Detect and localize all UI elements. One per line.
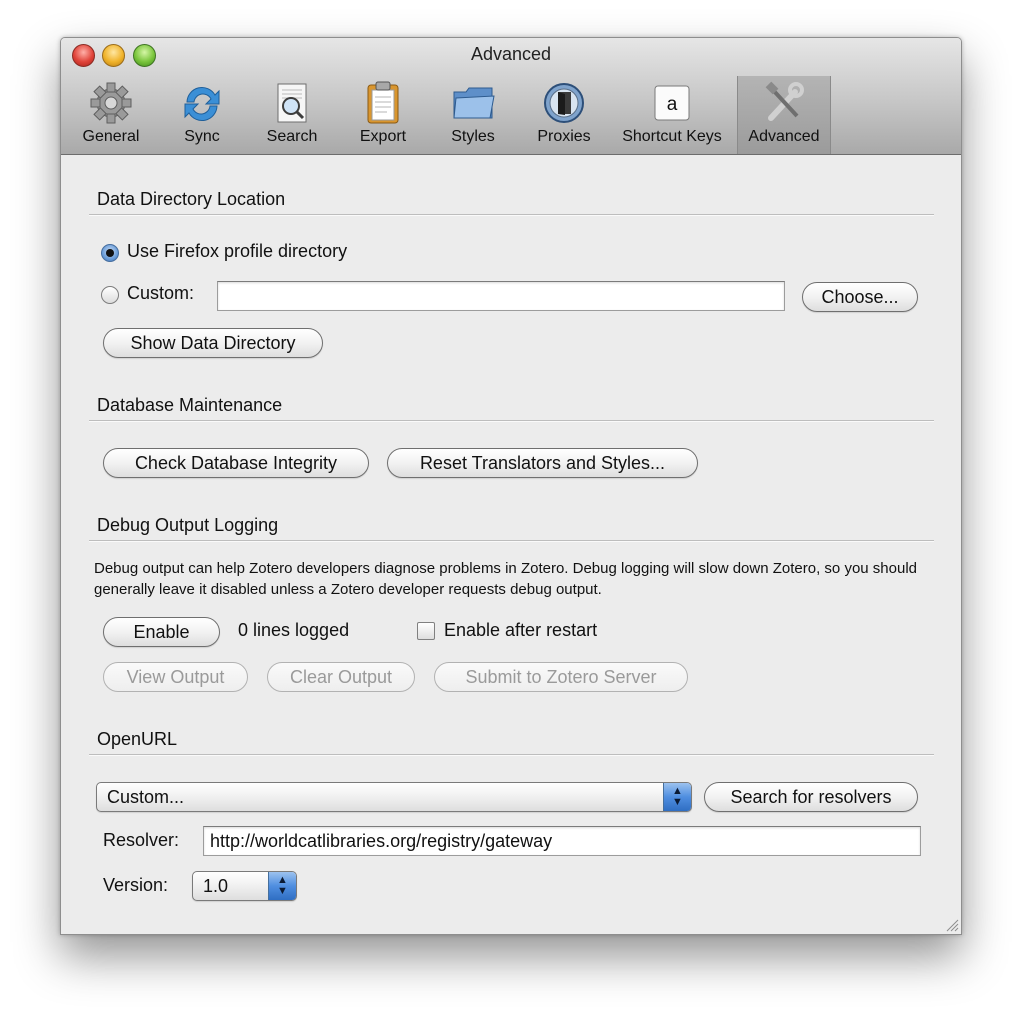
submit-to-server-button[interactable]: Submit to Zotero Server bbox=[434, 662, 688, 692]
window-title: Advanced bbox=[470, 44, 552, 64]
custom-directory-label: Custom: bbox=[127, 283, 195, 303]
toolbar-label: Shortcut Keys bbox=[622, 128, 722, 145]
toolbar-tab-export[interactable]: Export bbox=[338, 76, 428, 154]
preferences-content: Data Directory Location Use Firefox prof… bbox=[61, 155, 961, 934]
section-divider bbox=[89, 420, 934, 422]
resolver-preset-value: Custom... bbox=[107, 787, 185, 807]
toolbar-tab-general[interactable]: General bbox=[66, 76, 156, 154]
enable-debug-button[interactable]: Enable bbox=[103, 617, 220, 647]
reset-translators-button[interactable]: Reset Translators and Styles... bbox=[387, 448, 698, 478]
version-select[interactable]: 1.0 ▲ ▼ bbox=[192, 871, 297, 901]
gear-icon bbox=[90, 82, 132, 124]
select-arrows-icon: ▲ ▼ bbox=[268, 872, 296, 900]
select-arrows-icon: ▲ ▼ bbox=[663, 783, 691, 811]
toolbar-label: Styles bbox=[451, 128, 495, 145]
resolver-label: Resolver: bbox=[103, 830, 180, 850]
custom-directory-input[interactable] bbox=[217, 281, 785, 311]
folder-icon bbox=[453, 87, 495, 119]
section-title-debug: Debug Output Logging bbox=[97, 515, 279, 535]
toolbar-tab-advanced[interactable]: Advanced bbox=[737, 76, 831, 154]
toolbar-label: Sync bbox=[184, 128, 220, 145]
toolbar-label: Export bbox=[359, 128, 407, 145]
toolbar-label: Advanced bbox=[748, 128, 820, 145]
title-bar: Advanced General Sync Search Export Styl… bbox=[61, 38, 961, 155]
clear-output-button[interactable]: Clear Output bbox=[267, 662, 415, 692]
choose-directory-button[interactable]: Choose... bbox=[802, 282, 918, 312]
toolbar-tab-proxies[interactable]: Proxies bbox=[519, 76, 609, 154]
use-profile-directory-label: Use Firefox profile directory bbox=[127, 241, 348, 261]
toolbar-tab-styles[interactable]: Styles bbox=[428, 76, 518, 154]
key-a-icon: a bbox=[654, 85, 690, 121]
search-for-resolvers-button[interactable]: Search for resolvers bbox=[704, 782, 918, 812]
toolbar-label: Search bbox=[266, 128, 318, 145]
debug-description: Debug output can help Zotero developers … bbox=[94, 560, 917, 598]
section-divider bbox=[89, 214, 934, 216]
toolbar-label: Proxies bbox=[537, 128, 591, 145]
toolbar-tab-search[interactable]: Search bbox=[247, 76, 337, 154]
lines-logged-text: 0 lines logged bbox=[238, 620, 350, 640]
magnifier-document-icon bbox=[277, 83, 307, 123]
preferences-window: Advanced General Sync Search Export Styl… bbox=[60, 37, 962, 935]
use-profile-directory-radio[interactable] bbox=[101, 244, 119, 262]
resolver-url-input[interactable] bbox=[203, 826, 921, 856]
section-title-data-directory: Data Directory Location bbox=[97, 189, 286, 209]
section-divider bbox=[89, 540, 934, 542]
view-output-button[interactable]: View Output bbox=[103, 662, 248, 692]
section-title-database: Database Maintenance bbox=[97, 395, 283, 415]
clipboard-icon bbox=[367, 81, 399, 124]
section-divider bbox=[89, 754, 934, 756]
resize-grip-icon[interactable] bbox=[945, 918, 959, 932]
door-icon bbox=[544, 83, 584, 123]
tools-icon bbox=[765, 81, 804, 121]
sync-arrows-icon bbox=[184, 86, 220, 122]
custom-directory-radio[interactable] bbox=[101, 286, 119, 304]
version-value: 1.0 bbox=[203, 876, 229, 896]
version-label: Version: bbox=[103, 875, 169, 895]
enable-after-restart-label: Enable after restart bbox=[444, 620, 598, 640]
toolbar-tab-shortcut-keys[interactable]: a Shortcut Keys bbox=[609, 76, 735, 154]
show-data-directory-button[interactable]: Show Data Directory bbox=[103, 328, 323, 358]
enable-after-restart-checkbox[interactable] bbox=[417, 622, 435, 640]
toolbar-tab-sync[interactable]: Sync bbox=[157, 76, 247, 154]
check-database-integrity-button[interactable]: Check Database Integrity bbox=[103, 448, 369, 478]
section-title-openurl: OpenURL bbox=[97, 729, 178, 749]
svg-text:a: a bbox=[667, 94, 678, 115]
toolbar-label: General bbox=[82, 128, 140, 145]
resolver-preset-select[interactable]: Custom... ▲ ▼ bbox=[96, 782, 692, 812]
